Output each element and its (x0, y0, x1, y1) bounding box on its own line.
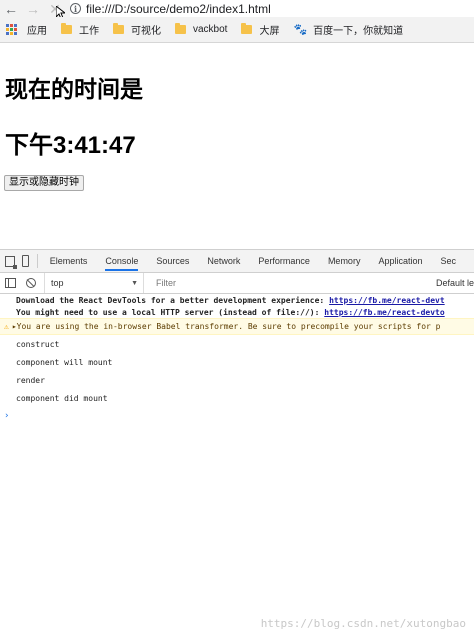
tab-sources[interactable]: Sources (156, 251, 189, 271)
show-sidebar-icon[interactable] (5, 278, 16, 288)
bookmark-baidu[interactable]: 🐾 百度一下，你就知道 (293, 22, 403, 37)
message-text: You might need to use a local HTTP serve… (16, 308, 325, 317)
dropdown-arrow-icon: ▼ (131, 279, 138, 287)
bookmark-label: vackbot (193, 24, 228, 35)
clock-time: 下午3:41:47 (5, 132, 136, 159)
message-link[interactable]: https://fb.me/react-devto (324, 308, 444, 317)
console-prompt[interactable]: › (0, 407, 474, 421)
folder-icon (241, 23, 253, 34)
console-filter-input[interactable] (154, 277, 338, 289)
arrow-right-icon: → (26, 0, 40, 17)
console-log: component will mount (16, 358, 113, 367)
arrow-left-icon: ← (4, 0, 18, 17)
console-filter-bar: top ▼ Default le (0, 273, 474, 294)
folder-icon (175, 23, 186, 34)
bookmark-big-screen[interactable]: 大屏 (241, 22, 279, 37)
message-text: Download the React DevTools for a better… (16, 296, 330, 305)
tab-network[interactable]: Network (207, 251, 240, 271)
bookmark-label: 大屏 (259, 26, 280, 37)
devtools-panel: Elements Console Sources Network Perform… (0, 249, 474, 641)
console-warning: ⚠ ▸You are using the in-browser Babel tra… (0, 318, 474, 335)
console-message: You might need to use a local HTTP serve… (0, 306, 474, 318)
folder-icon (113, 23, 124, 34)
bookmark-label: 应用 (27, 26, 47, 37)
page-title: 现在的时间是 (5, 76, 143, 102)
tab-memory[interactable]: Memory (328, 251, 361, 271)
context-value: top (51, 278, 64, 288)
bookmarks-bar: 应用 工作 可视化 vackbot 大屏 🐾 百度一下，你就知道 (0, 17, 474, 43)
bookmark-label: 百度一下，你就知道 (313, 26, 404, 37)
log-levels-dropdown[interactable]: Default le (436, 278, 474, 288)
console-log: construct (16, 340, 60, 349)
url-text[interactable]: file:///D:/source/demo2/index1.html (86, 2, 271, 16)
apps-grid-icon (6, 24, 17, 35)
clear-console-icon[interactable] (26, 278, 36, 288)
tab-security[interactable]: Sec (440, 251, 456, 271)
bookmark-label: 可视化 (131, 26, 161, 37)
back-button[interactable]: ← (0, 0, 22, 17)
browser-toolbar: ← → ✕ i file:///D:/source/demo2/index1.h… (0, 0, 474, 20)
bookmark-apps[interactable]: 应用 (0, 22, 47, 37)
tab-application[interactable]: Application (378, 251, 422, 271)
device-toolbar-icon[interactable] (21, 255, 29, 267)
console-message: Download the React DevTools for a better… (0, 294, 474, 306)
warning-icon: ⚠ (4, 322, 9, 331)
bookmark-visualization[interactable]: 可视化 (113, 22, 161, 37)
info-icon[interactable]: i (70, 3, 81, 14)
bookmark-vackbot[interactable]: vackbot (175, 23, 228, 35)
console-output: Download the React DevTools for a better… (0, 294, 474, 421)
tab-console[interactable]: Console (105, 251, 139, 271)
message-link[interactable]: https://fb.me/react-devt (329, 296, 445, 305)
forward-button[interactable]: → (22, 0, 44, 17)
devtools-tabbar: Elements Console Sources Network Perform… (0, 250, 474, 273)
console-log: render (16, 376, 45, 385)
toggle-clock-button[interactable]: 显示或隐藏时钟 (4, 175, 84, 191)
warning-text: You are using the in-browser Babel trans… (16, 322, 441, 331)
console-log: component did mount (16, 394, 108, 403)
bookmark-work[interactable]: 工作 (61, 22, 99, 37)
tab-performance[interactable]: Performance (258, 251, 310, 271)
context-selector[interactable]: top ▼ (44, 273, 144, 293)
divider (36, 254, 38, 268)
folder-icon (61, 23, 72, 34)
bookmark-label: 工作 (79, 26, 99, 37)
paw-icon: 🐾 (293, 24, 308, 36)
tab-elements[interactable]: Elements (50, 251, 88, 271)
address-bar[interactable]: i file:///D:/source/demo2/index1.html (70, 0, 474, 17)
inspect-element-icon[interactable] (5, 255, 17, 269)
watermark: https://blog.csdn.net/xutongbao (260, 617, 466, 630)
